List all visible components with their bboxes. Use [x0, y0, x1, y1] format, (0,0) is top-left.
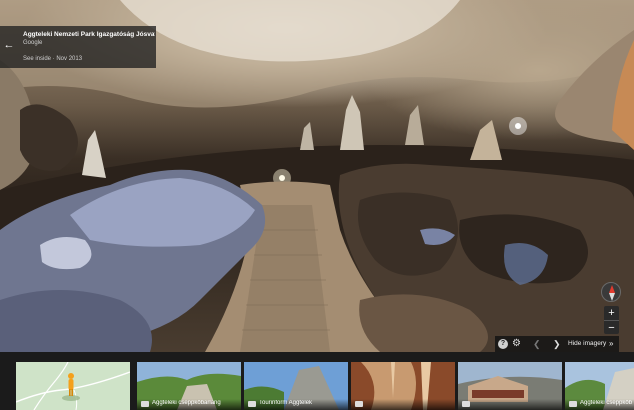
thumbnail-label: Aggteleki cseppkőbarlang — [580, 400, 632, 406]
pegman-icon — [68, 373, 74, 396]
zoom-in-button[interactable]: + — [604, 306, 619, 320]
imagery-date-link[interactable]: See inside · Nov 2013 — [23, 56, 82, 62]
place-provider: Google — [23, 40, 43, 46]
thumbnail-label: Aggteleki cseppkőbarlang — [152, 400, 221, 406]
imagery-toolbar: ? ⚙ ❮ ❯ Hide imagery » — [495, 336, 619, 352]
camera-icon — [569, 401, 577, 407]
thumbnail-2[interactable]: Tourinform Aggtelek — [244, 362, 348, 410]
thumbnail-1[interactable]: Aggteleki cseppkőbarlang — [137, 362, 241, 410]
thumbnail-caption: Aggteleki cseppkőbarlang — [137, 399, 241, 410]
thumbnail-4[interactable] — [458, 362, 562, 410]
thumbnail-caption: Aggteleki cseppkőbarlang — [565, 399, 634, 410]
thumbnail-3[interactable] — [351, 362, 455, 410]
chevron-left-icon[interactable]: ❮ — [533, 339, 543, 349]
thumbnail-caption — [351, 399, 455, 410]
zoom-control: + − — [604, 306, 619, 334]
camera-icon — [462, 401, 470, 407]
camera-icon — [141, 401, 149, 407]
back-button[interactable]: ← — [3, 39, 15, 51]
thumbnail-label: Tourinform Aggtelek — [259, 400, 313, 406]
place-title[interactable]: Aggteleki Nemzeti Park Igazgatóság Jósva… — [23, 31, 155, 38]
place-info-card: ← Aggteleki Nemzeti Park Igazgatóság Jós… — [0, 26, 156, 68]
compass-button[interactable] — [601, 282, 621, 302]
gear-icon[interactable]: ⚙ — [512, 339, 522, 349]
help-icon[interactable]: ? — [498, 339, 508, 349]
hide-imagery-button[interactable]: Hide imagery — [568, 340, 606, 347]
video-icon — [355, 401, 363, 407]
imagery-filmstrip: Aggteleki cseppkőbarlang Tourinform Aggt… — [0, 352, 634, 410]
double-chevron-down-icon[interactable]: » — [609, 339, 613, 349]
compass-icon — [609, 285, 615, 301]
thumbnail-5[interactable]: Aggteleki cseppkőbarlang — [565, 362, 634, 410]
mini-map[interactable] — [16, 362, 130, 410]
thumbnail-caption — [458, 399, 562, 410]
arrow-left-icon: ← — [3, 39, 15, 51]
camera-icon — [248, 401, 256, 407]
chevron-right-icon[interactable]: ❯ — [553, 339, 563, 349]
zoom-out-button[interactable]: − — [604, 320, 619, 334]
thumbnail-caption: Tourinform Aggtelek — [244, 399, 348, 410]
